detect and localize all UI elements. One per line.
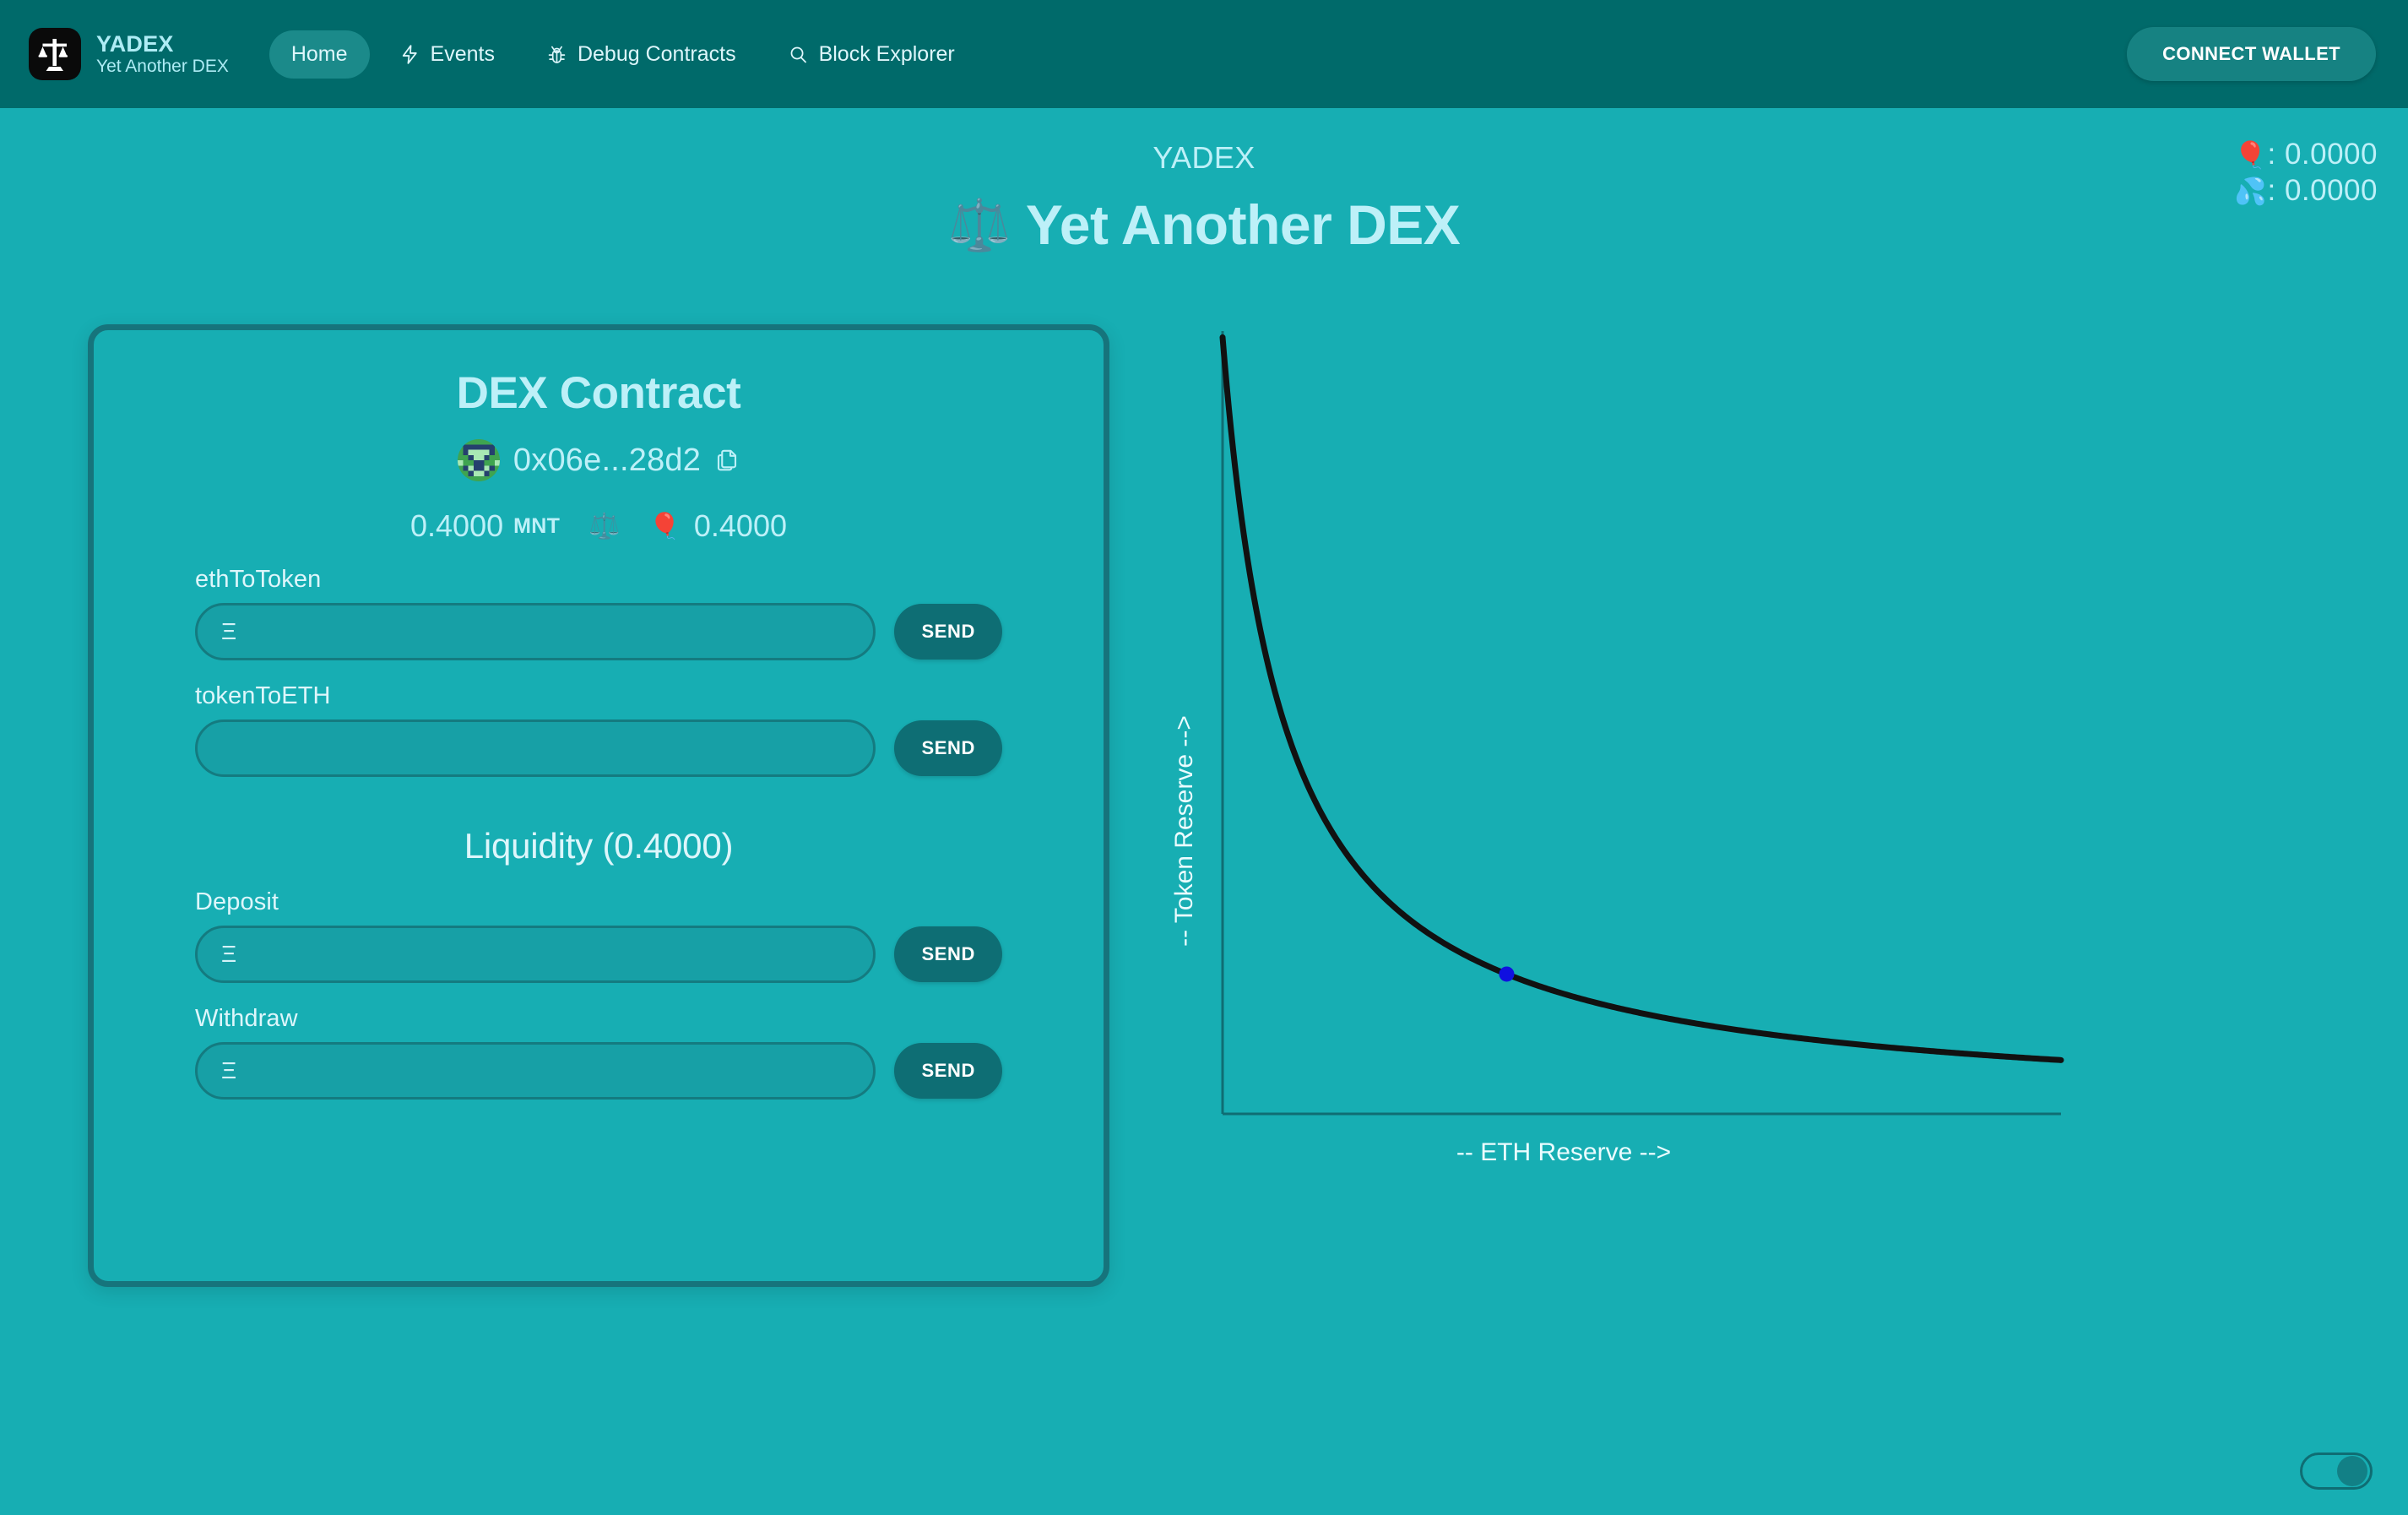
field-eth-to-token: ethToToken SEND [195, 566, 1002, 660]
page-title-text: Yet Another DEX [1025, 193, 1461, 256]
deposit-input[interactable] [195, 926, 876, 983]
nav-item-events-label: Events [430, 41, 495, 66]
search-icon [787, 43, 810, 66]
brand-name: YADEX [96, 31, 174, 57]
field-deposit-row: SEND [195, 926, 1002, 983]
token-balance-separator: : [2267, 173, 2285, 207]
field-withdraw: Withdraw SEND [195, 1005, 1002, 1100]
balloon-emoji: 🎈 [2234, 140, 2268, 170]
field-withdraw-row: SEND [195, 1042, 1002, 1100]
balloon-emoji-small: 🎈 [648, 512, 681, 540]
sweat-droplets-emoji: 💦 [2234, 176, 2268, 206]
nav-item-events[interactable]: Events [377, 30, 517, 79]
token-to-eth-send-button[interactable]: SEND [894, 720, 1002, 776]
card-title: DEX Contract [456, 368, 741, 418]
constant-product-curve [1219, 334, 2064, 1063]
brand-tagline: Yet Another DEX [96, 57, 229, 77]
eth-balance-separator: : [2267, 138, 2285, 171]
nav-item-debug-contracts[interactable]: Debug Contracts [523, 30, 758, 79]
eth-reserve-unit: MNT [513, 513, 561, 538]
nav-item-block-explorer-label: Block Explorer [818, 41, 955, 66]
yadex-logo-icon [29, 28, 81, 80]
dark-mode-toggle[interactable] [2300, 1453, 2373, 1490]
balance-scale-emoji-small: ⚖️ [588, 512, 621, 540]
eth-to-token-input[interactable] [195, 603, 876, 660]
copy-document-icon[interactable] [714, 448, 740, 473]
brand-logo-block[interactable]: YADEX Yet Another DEX [29, 28, 229, 80]
eth-reserve-amount: 0.4000 [410, 508, 504, 543]
nav-item-home[interactable]: Home [268, 30, 370, 79]
main-content: DEX Contract 0x06e...28d2 0.4000 MNT ⚖️ … [0, 324, 2408, 1287]
withdraw-send-button[interactable]: SEND [894, 1043, 1002, 1099]
field-deposit: Deposit SEND [195, 888, 1002, 983]
y-axis-label: -- Token Reserve --> [1170, 715, 1198, 947]
withdraw-input[interactable] [195, 1042, 876, 1100]
hero-section: YADEX ⚖️ Yet Another DEX [0, 108, 2408, 257]
current-reserve-point-marker [1499, 966, 1515, 982]
reserve-curve-chart: -- Token Reserve --> -- ETH Reserve --> [1170, 324, 2133, 1186]
nav-links: Home Events Debug Contracts Block Explor… [268, 30, 977, 79]
reserve-curve-svg: -- Token Reserve --> -- ETH Reserve --> [1170, 331, 2064, 1166]
blockie-identicon-avatar [457, 439, 500, 481]
field-deposit-label: Deposit [195, 888, 279, 915]
top-navigation-bar: YADEX Yet Another DEX Home Events Debug … [0, 0, 2408, 108]
balance-scale-emoji: ⚖️ [947, 196, 1011, 253]
wallet-balances: 🎈: 0.0000 💦: 0.0000 [2234, 137, 2378, 209]
eth-balance-row: 🎈: 0.0000 [2234, 137, 2378, 173]
eth-to-token-send-button[interactable]: SEND [894, 604, 1002, 660]
bug-icon [545, 43, 568, 66]
field-withdraw-label: Withdraw [195, 1005, 298, 1032]
dex-contract-card: DEX Contract 0x06e...28d2 0.4000 MNT ⚖️ … [88, 324, 1109, 1287]
liquidity-heading: Liquidity (0.4000) [464, 826, 734, 866]
eth-balance-value: 0.0000 [2284, 138, 2378, 171]
token-reserve-amount: 0.4000 [693, 508, 787, 543]
field-token-to-eth-row: SEND [195, 719, 1002, 777]
token-to-eth-input[interactable] [195, 719, 876, 777]
reserves-row: 0.4000 MNT ⚖️ 🎈 0.4000 [195, 508, 1002, 544]
field-token-to-eth: tokenToETH SEND [195, 682, 1002, 777]
brand-text: YADEX Yet Another DEX [96, 31, 229, 77]
x-axis-label: -- ETH Reserve --> [1456, 1138, 1671, 1166]
nav-item-debug-contracts-label: Debug Contracts [577, 41, 736, 66]
field-eth-to-token-row: SEND [195, 603, 1002, 660]
hero-eyebrow: YADEX [1152, 140, 1256, 175]
lightning-bolt-icon [399, 43, 421, 66]
field-token-to-eth-label: tokenToETH [195, 682, 331, 709]
field-eth-to-token-label: ethToToken [195, 566, 322, 593]
contract-address-row: 0x06e...28d2 [195, 439, 1002, 481]
nav-item-home-label: Home [290, 41, 348, 66]
deposit-send-button[interactable]: SEND [894, 926, 1002, 982]
token-balance-row: 💦: 0.0000 [2234, 173, 2378, 209]
toggle-knob [2337, 1456, 2367, 1486]
page-title: ⚖️ Yet Another DEX [0, 193, 2408, 257]
nav-item-block-explorer[interactable]: Block Explorer [765, 30, 977, 79]
contract-address: 0x06e...28d2 [513, 442, 702, 478]
token-balance-value: 0.0000 [2284, 173, 2378, 207]
connect-wallet-button[interactable]: CONNECT WALLET [2127, 27, 2376, 81]
